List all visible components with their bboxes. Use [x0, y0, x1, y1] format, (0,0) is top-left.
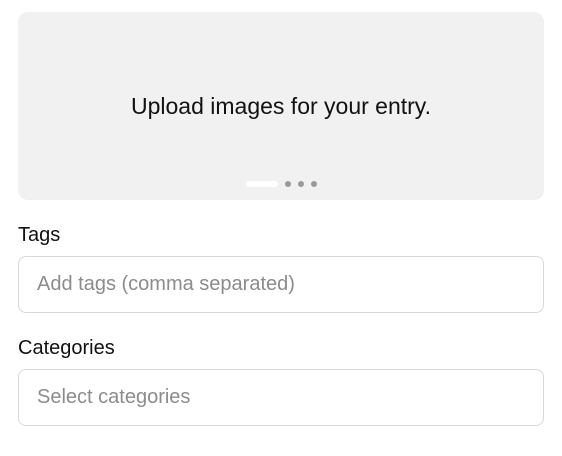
categories-placeholder: Select categories — [37, 386, 191, 408]
categories-label: Categories — [18, 337, 115, 359]
image-upload-area[interactable]: Upload images for your entry. — [18, 12, 544, 200]
categories-select[interactable]: Select categories — [18, 369, 544, 426]
upload-prompt: Upload images for your entry. — [131, 93, 431, 119]
carousel-pagination — [246, 180, 317, 188]
carousel-dot-1[interactable] — [246, 181, 278, 187]
tags-input[interactable] — [18, 256, 544, 313]
carousel-dot-4[interactable] — [311, 181, 317, 187]
carousel-dot-2[interactable] — [285, 181, 291, 187]
carousel-dot-3[interactable] — [298, 181, 304, 187]
tags-label: Tags — [18, 224, 61, 246]
